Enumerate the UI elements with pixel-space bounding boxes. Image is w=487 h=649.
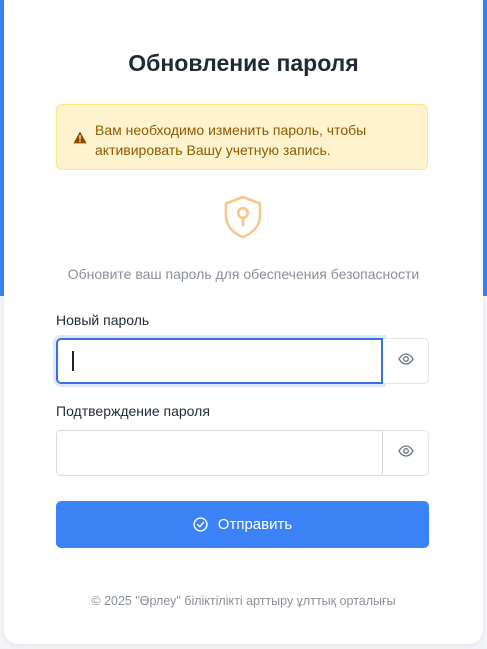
new-password-label: Новый пароль <box>56 312 150 328</box>
eye-icon <box>397 444 414 462</box>
warning-alert: Вам необходимо изменить пароль, чтобы ак… <box>56 104 428 170</box>
submit-label: Отправить <box>217 516 293 533</box>
eye-icon <box>397 352 414 370</box>
security-subtitle: Обновите ваш пароль для обеспечения безо… <box>67 266 420 282</box>
alert-message: Вам необходимо изменить пароль, чтобы ак… <box>95 122 367 158</box>
text-cursor <box>72 351 74 371</box>
shield-keyhole-icon <box>222 195 264 239</box>
confirm-password-input[interactable] <box>56 430 383 476</box>
confirm-password-label: Подтверждение пароля <box>56 403 210 419</box>
show-confirm-password-button[interactable] <box>383 430 429 476</box>
new-password-input[interactable] <box>56 338 383 384</box>
submit-button[interactable]: Отправить <box>56 501 429 548</box>
check-circle-icon <box>193 517 208 532</box>
page-title: Обновление пароля <box>128 50 359 76</box>
show-new-password-button[interactable] <box>383 338 429 384</box>
warning-triangle-icon <box>73 131 87 144</box>
footer-copyright: © 2025 "Өрлеу" біліктілікті арттыру ұлтт… <box>91 594 396 608</box>
